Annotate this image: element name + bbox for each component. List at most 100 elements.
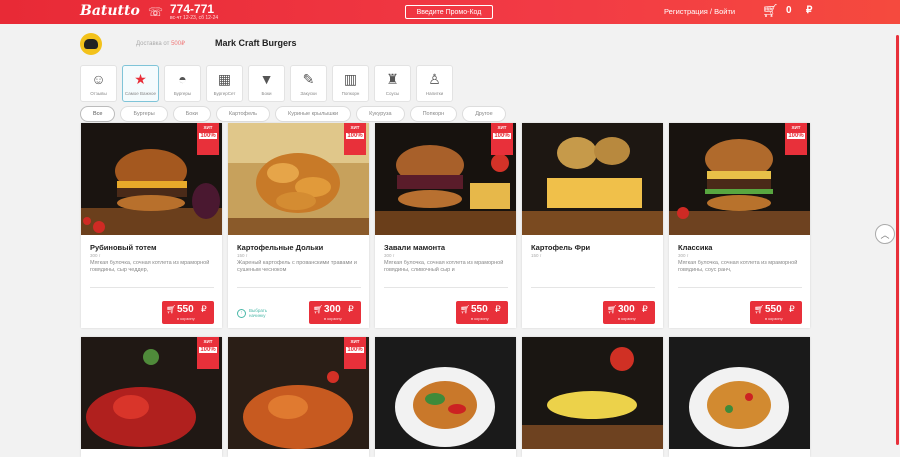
- product-card[interactable]: [522, 337, 663, 457]
- product-photo: [375, 337, 516, 449]
- product-description: [531, 260, 655, 282]
- filter-potato[interactable]: Картофель: [215, 106, 271, 122]
- working-hours: вс-чт 12-23, сб 12-24: [170, 15, 219, 21]
- category-boki[interactable]: ▼ Боки: [248, 65, 285, 102]
- login-link[interactable]: Регистрация / Войти: [664, 7, 735, 16]
- promo-code-button[interactable]: Введите Промо-Код: [405, 5, 493, 19]
- category-label: Соусы: [385, 91, 400, 96]
- product-card[interactable]: ХИТ 100% Рубиновый тотем 300 г Мягкая бул…: [81, 123, 222, 328]
- filter-burgers[interactable]: Бургеры: [120, 106, 168, 122]
- restaurant-logo: [80, 33, 102, 55]
- category-sauces[interactable]: ♜ Соусы: [374, 65, 411, 102]
- divider: [237, 287, 361, 288]
- add-to-cart-button[interactable]: 🛒︎ 300 ₽ в корзину: [603, 301, 655, 324]
- add-to-cart-label: в корзину: [177, 316, 195, 321]
- category-label: Бургеры: [173, 91, 192, 96]
- product-card[interactable]: [375, 337, 516, 457]
- product-card[interactable]: ХИТ 100% Классика 300 г Мягкая булочка, с…: [669, 123, 810, 328]
- category-snacks[interactable]: ✎ Закуски: [290, 65, 327, 102]
- product-card[interactable]: ХИТ 100% Завали мамонта 300 г Мягкая було…: [375, 123, 516, 328]
- category-label: Боки: [261, 91, 272, 96]
- badge-label: ХИТ: [350, 339, 360, 344]
- rouble-icon: ₽: [201, 304, 207, 314]
- review-icon: ☺: [91, 71, 106, 87]
- badge-label: ХИТ: [350, 125, 360, 130]
- category-important[interactable]: ★ Самое Важное: [122, 65, 159, 102]
- product-photo: ХИТ 100%: [375, 123, 516, 235]
- add-to-cart-button[interactable]: 🛒︎ 550 ₽ в корзину: [162, 301, 214, 324]
- currency-symbol: ₽: [806, 5, 813, 16]
- product-weight: 300 г: [678, 253, 689, 258]
- star-icon: ★: [134, 71, 147, 87]
- category-popcorn[interactable]: ▥ Попкорн: [332, 65, 369, 102]
- product-card[interactable]: Картофель Фри 150 г 🛒︎ 300 ₽ в корзину: [522, 123, 663, 328]
- badge-percent: 100%: [199, 347, 217, 353]
- snacks-icon: ✎: [302, 71, 315, 87]
- cart-icon: 🛒︎: [166, 305, 177, 314]
- product-card[interactable]: [669, 337, 810, 457]
- sauce-icon: ♜: [386, 71, 399, 87]
- badge-label: ХИТ: [203, 125, 213, 130]
- burger-set-icon: ▦: [217, 71, 232, 87]
- category-label: Попкорн: [341, 91, 360, 96]
- product-name: Картофельные Дольки: [237, 243, 324, 252]
- product-price: 300: [324, 304, 341, 315]
- badge-percent: 100%: [199, 133, 217, 139]
- hit-badge: ХИТ 100%: [197, 337, 219, 369]
- badge-percent: 100%: [493, 133, 511, 139]
- filter-corn[interactable]: Кукуруза: [356, 106, 405, 122]
- product-weight: 150 г: [237, 253, 248, 258]
- divider: [384, 287, 508, 288]
- product-price: 300: [618, 304, 635, 315]
- product-price: 550: [471, 304, 488, 315]
- product-photo: ХИТ 100%: [81, 123, 222, 235]
- product-price: 550: [177, 304, 194, 315]
- badge-percent: 100%: [346, 133, 364, 139]
- filter-chicken-wings[interactable]: Куриные крылышки: [275, 106, 352, 122]
- filter-all[interactable]: Все: [80, 106, 116, 122]
- category-drinks[interactable]: ♙ Напитки: [416, 65, 453, 102]
- rouble-icon: ₽: [642, 304, 648, 314]
- product-card[interactable]: ХИТ 100%: [81, 337, 222, 457]
- badge-label: ХИТ: [203, 339, 213, 344]
- add-to-cart-button[interactable]: 🛒︎ 300 ₽ в корзину: [309, 301, 361, 324]
- choose-filling-link[interactable]: ↑ Выбрать начинку: [237, 308, 279, 318]
- product-price: 550: [765, 304, 782, 315]
- delivery-min: Доставка от 500₽: [136, 40, 185, 47]
- product-photo: ХИТ 100%: [81, 337, 222, 449]
- category-reviews[interactable]: ☺ Отзывы: [80, 65, 117, 102]
- filter-boki[interactable]: Боки: [172, 106, 211, 122]
- product-photo: ХИТ 100%: [669, 123, 810, 235]
- filter-other[interactable]: Другое: [462, 106, 506, 122]
- cart-icon[interactable]: 🛒︎: [762, 3, 779, 19]
- hit-badge: ХИТ 100%: [491, 123, 513, 155]
- rouble-icon: ₽: [348, 304, 354, 314]
- site-logo[interactable]: Batutto: [80, 3, 140, 19]
- scroll-to-top-button[interactable]: ︿: [875, 224, 895, 244]
- product-description: Мягкая булочка, сочная котлета из мрамор…: [90, 260, 210, 273]
- product-name: Завали мамонта: [384, 243, 446, 252]
- category-label: Отзывы: [90, 91, 107, 96]
- chevron-up-icon: ︿: [880, 229, 890, 240]
- cup-icon: ▼: [259, 71, 274, 87]
- category-burgers[interactable]: ◓ Бургеры: [164, 65, 201, 102]
- cart-icon: 🛒︎: [313, 305, 324, 314]
- category-label: БургерСет: [213, 91, 236, 96]
- filter-popcorn[interactable]: Попкорн: [409, 106, 458, 122]
- category-burger-set[interactable]: ▦ БургерСет: [206, 65, 243, 102]
- restaurant-name: Mark Craft Burgers: [215, 38, 297, 48]
- badge-percent: 100%: [787, 133, 805, 139]
- page-scrollbar[interactable]: [896, 35, 899, 445]
- add-to-cart-button[interactable]: 🛒︎ 550 ₽ в корзину: [456, 301, 508, 324]
- add-to-cart-button[interactable]: 🛒︎ 550 ₽ в корзину: [750, 301, 802, 324]
- divider: [678, 287, 802, 288]
- phone-number[interactable]: 774-771: [170, 2, 214, 16]
- product-card[interactable]: ХИТ 100%: [228, 337, 369, 457]
- category-label: Напитки: [425, 91, 444, 96]
- product-card[interactable]: ХИТ 100% Картофельные Дольки 150 г Жарены…: [228, 123, 369, 328]
- filter-pills: Все Бургеры Боки Картофель Куриные крылы…: [80, 106, 506, 122]
- cart-icon: 🛒︎: [607, 305, 618, 314]
- drink-icon: ♙: [428, 71, 441, 87]
- product-description: Мягкая булочка, сочная котлета из мрамор…: [384, 260, 504, 273]
- add-to-cart-label: в корзину: [618, 316, 636, 321]
